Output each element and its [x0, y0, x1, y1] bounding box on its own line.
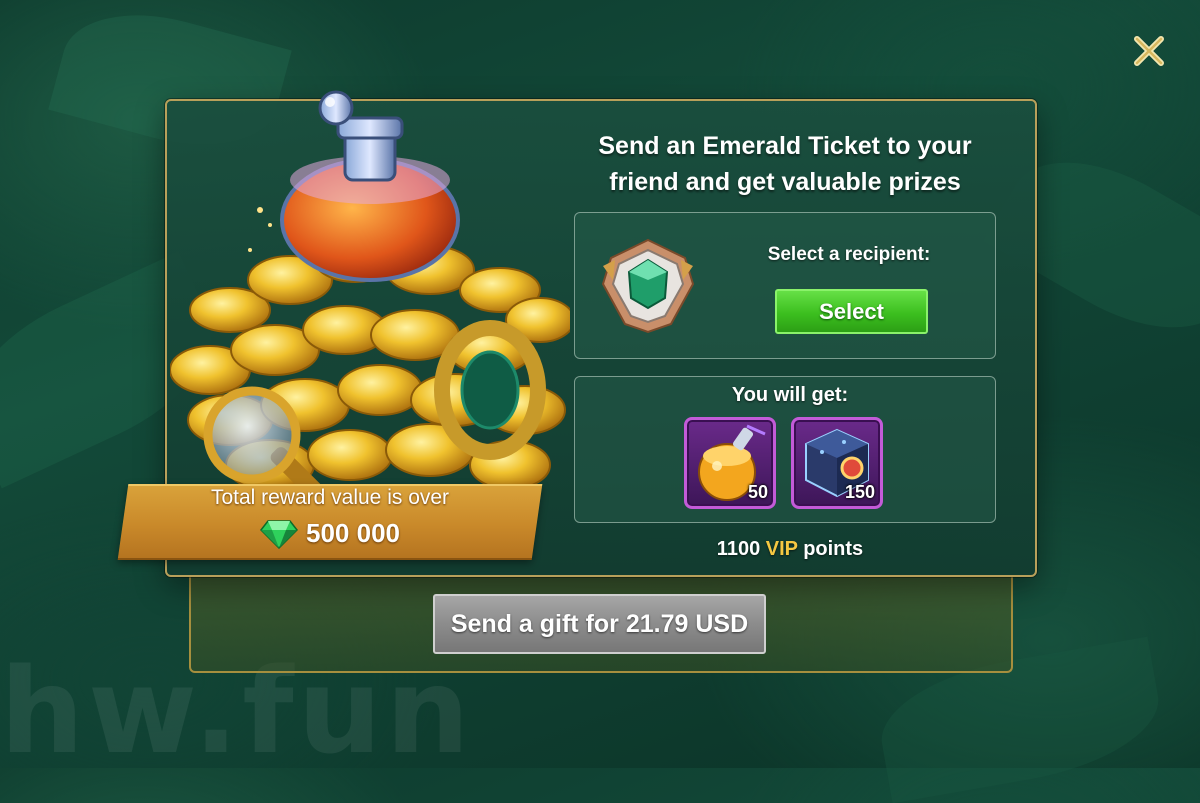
dialog-title: Send an Emerald Ticket to your friend an…: [598, 132, 972, 196]
vip-points-amount: 1100: [716, 538, 761, 560]
reward-item-potion[interactable]: 50: [684, 417, 776, 509]
vip-points: 1100 VIP points: [660, 538, 920, 561]
vip-points-suffix: points: [803, 538, 864, 560]
reward-amount: 500 000: [123, 518, 537, 549]
vip-label: VIP: [765, 538, 798, 560]
emerald-ticket-emblem-icon: [601, 238, 695, 334]
rewards-label: You will get:: [731, 384, 849, 406]
emerald-gem-icon: [260, 519, 298, 549]
reward-item-quantity: 50: [747, 482, 768, 502]
reward-banner-label: Total reward value is over: [210, 486, 450, 509]
close-icon: [1134, 36, 1164, 66]
reward-item-cube[interactable]: 150: [791, 417, 883, 509]
potion-bottle: [280, 90, 460, 282]
send-gift-button[interactable]: Send a gift for 21.79 USD: [433, 594, 766, 654]
select-recipient-button[interactable]: Select: [775, 289, 928, 334]
recipient-label: Select a recipient:: [767, 244, 931, 265]
reward-item-quantity: 150: [844, 482, 875, 502]
reward-amount-value: 500 000: [306, 518, 400, 548]
close-button[interactable]: [1128, 30, 1170, 72]
